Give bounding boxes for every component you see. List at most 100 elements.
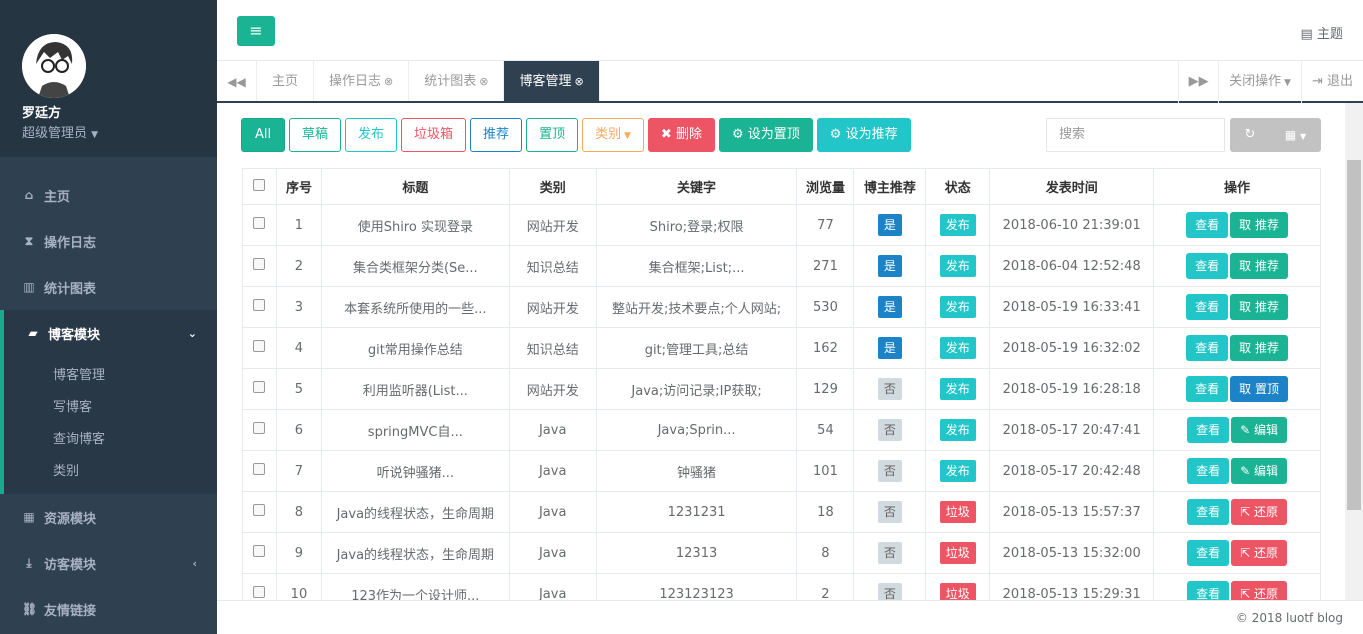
columns-toggle-button[interactable]: ▦ ▼ [1270, 118, 1321, 152]
table-row[interactable]: 5 利用监听器(List... 网站开发 Java;访问记录;IP获取; 129 否 发布 2… [242, 368, 1321, 410]
table-row[interactable]: 10 123作为一个设计师... Java 123123123 2 否 垃圾 2018-05-… [242, 573, 1321, 600]
row-checkbox[interactable] [253, 299, 266, 311]
table-row[interactable]: 4 git常用操作总结 知识总结 git;管理工具;总结 162 是 发布 2018-05-1… [242, 327, 1321, 369]
close-operations-dropdown[interactable]: 关闭操作 ▼ [1218, 61, 1301, 103]
row-select-cell[interactable] [242, 532, 277, 574]
row-checkbox[interactable] [253, 381, 266, 393]
cancel-recommend-button[interactable]: 取 推荐 [1230, 212, 1288, 238]
row-select-cell[interactable] [242, 327, 277, 369]
theme-button[interactable]: ▤ 主题 [1301, 23, 1343, 42]
column-header[interactable]: 标题 [320, 168, 510, 205]
tab-logs[interactable]: 操作日志 ⊗ [314, 61, 410, 101]
scrollbar-thumb[interactable] [1347, 160, 1361, 510]
close-icon[interactable]: ⊗ [575, 75, 584, 88]
avatar[interactable] [22, 34, 86, 98]
table-row[interactable]: 1 使用Shiro 实现登录 网站开发 Shiro;登录;权限 77 是 发布 2018-06… [242, 204, 1321, 246]
row-checkbox[interactable] [253, 217, 266, 229]
scrollbar[interactable] [1345, 103, 1363, 600]
category-dropdown-button[interactable]: 类别 ▼ [582, 118, 644, 152]
sidebar-item-blog[interactable]: ▰ 博客模块 ⌄ [0, 310, 217, 356]
filter-recommend-button[interactable]: 推荐 [470, 118, 523, 152]
sidebar-item-resources[interactable]: ▦ 资源模块 [0, 494, 217, 540]
sidebar-item-home[interactable]: ⌂ 主页 [0, 172, 217, 218]
view-button[interactable]: 查看 [1187, 417, 1230, 443]
column-header[interactable]: 序号 [275, 168, 322, 205]
row-checkbox[interactable] [253, 258, 266, 270]
user-role-dropdown[interactable]: 超级管理员 ▼ [22, 122, 98, 141]
menu-toggle-button[interactable]: ≡ [237, 16, 275, 46]
cancel-recommend-button[interactable]: 取 推荐 [1230, 294, 1288, 320]
view-button[interactable]: 查看 [1187, 458, 1230, 484]
sidebar-subitem-query-blog[interactable]: 查询博客 [4, 424, 217, 456]
row-checkbox[interactable] [253, 545, 266, 557]
column-header[interactable]: 状态 [925, 168, 991, 205]
row-select-cell[interactable] [242, 573, 277, 600]
tab-blog-manage[interactable]: 博客管理 ⊗ [504, 61, 600, 101]
view-button[interactable]: 查看 [1186, 335, 1229, 361]
sidebar-item-links[interactable]: ⛓ 友情链接 [0, 586, 217, 632]
tab-charts[interactable]: 统计图表 ⊗ [409, 61, 505, 101]
row-select-cell[interactable] [242, 409, 277, 451]
tab-home[interactable]: 主页 [257, 61, 315, 101]
logout-button[interactable]: ⇥ 退出 [1300, 61, 1363, 103]
row-checkbox[interactable] [253, 586, 266, 598]
cancel-recommend-button[interactable]: 取 推荐 [1230, 335, 1288, 361]
sidebar-item-visitors[interactable]: ⤓ 访客模块 ‹ [0, 540, 217, 586]
row-checkbox[interactable] [253, 463, 266, 475]
column-header[interactable]: 浏览量 [796, 168, 855, 205]
restore-button[interactable]: ⇱ 还原 [1231, 499, 1288, 525]
delete-button[interactable]: ✖ 删除 [647, 118, 715, 152]
tabs-scroll-left-button[interactable]: ◀◀ [217, 61, 257, 101]
set-recommend-button[interactable]: ⚙ 设为推荐 [816, 118, 911, 152]
close-icon[interactable]: ⊗ [384, 75, 393, 88]
close-icon[interactable]: ⊗ [479, 75, 488, 88]
restore-button[interactable]: ⇱ 还原 [1231, 581, 1288, 600]
view-button[interactable]: 查看 [1186, 212, 1229, 238]
row-select-cell[interactable] [242, 245, 277, 287]
row-checkbox[interactable] [253, 422, 266, 434]
refresh-button[interactable]: ↻ [1230, 118, 1270, 152]
sidebar-item-charts[interactable]: ▥ 统计图表 [0, 264, 217, 310]
view-button[interactable]: 查看 [1187, 540, 1230, 566]
column-header[interactable]: 发表时间 [989, 168, 1155, 205]
sidebar-subitem-write-blog[interactable]: 写博客 [4, 392, 217, 424]
table-row[interactable]: 3 本套系统所使用的一些... 网站开发 整站开发;技术要点;个人网站; 530 是 发布 2… [242, 286, 1321, 328]
view-button[interactable]: 查看 [1186, 376, 1229, 402]
cancel-top-button[interactable]: 取 置顶 [1230, 376, 1288, 402]
row-checkbox[interactable] [253, 504, 266, 516]
table-row[interactable]: 2 集合类框架分类(Se... 知识总结 集合框架;List;... 271 是 发布 201… [242, 245, 1321, 287]
select-all-checkbox[interactable] [253, 178, 266, 191]
sidebar-subitem-category[interactable]: 类别 [4, 456, 217, 488]
filter-draft-button[interactable]: 草稿 [289, 118, 342, 152]
sidebar-subitem-blog-manage[interactable]: 博客管理 [4, 360, 217, 392]
view-button[interactable]: 查看 [1187, 499, 1230, 525]
restore-button[interactable]: ⇱ 还原 [1231, 540, 1288, 566]
column-header[interactable]: 博主推荐 [853, 168, 927, 205]
view-button[interactable]: 查看 [1187, 581, 1230, 600]
table-row[interactable]: 7 听说钟骚猪... Java 钟骚猪 101 否 发布 2018-05-17 20:42:4… [242, 450, 1321, 492]
column-header[interactable]: 关键字 [595, 168, 798, 205]
view-button[interactable]: 查看 [1186, 253, 1229, 279]
view-button[interactable]: 查看 [1186, 294, 1229, 320]
row-select-cell[interactable] [242, 450, 277, 492]
row-select-cell[interactable] [242, 491, 277, 533]
edit-button[interactable]: ✎ 编辑 [1231, 458, 1288, 484]
row-select-cell[interactable] [242, 286, 277, 328]
edit-button[interactable]: ✎ 编辑 [1231, 417, 1288, 443]
filter-all-button[interactable]: All [241, 118, 285, 152]
filter-publish-button[interactable]: 发布 [345, 118, 398, 152]
row-select-cell[interactable] [242, 204, 277, 246]
set-top-button[interactable]: ⚙ 设为置顶 [718, 118, 813, 152]
select-all-cell[interactable] [242, 168, 277, 205]
table-row[interactable]: 6 springMVC自... Java Java;Sprin... 54 否 发布 2018… [242, 409, 1321, 451]
filter-trash-button[interactable]: 垃圾箱 [401, 118, 467, 152]
search-input[interactable]: 搜索 [1046, 118, 1225, 152]
tabs-scroll-right-button[interactable]: ▶▶ [1178, 61, 1218, 103]
row-select-cell[interactable] [242, 368, 277, 410]
filter-top-button[interactable]: 置顶 [526, 118, 579, 152]
table-row[interactable]: 9 Java的线程状态，生命周期 Java 12313 8 否 垃圾 2018-05-13 1… [242, 532, 1321, 574]
table-row[interactable]: 8 Java的线程状态，生命周期 Java 1231231 18 否 垃圾 2018-05-1… [242, 491, 1321, 533]
column-header[interactable]: 类别 [508, 168, 597, 205]
sidebar-item-logs[interactable]: ⧗ 操作日志 [0, 218, 217, 264]
row-checkbox[interactable] [253, 340, 266, 352]
